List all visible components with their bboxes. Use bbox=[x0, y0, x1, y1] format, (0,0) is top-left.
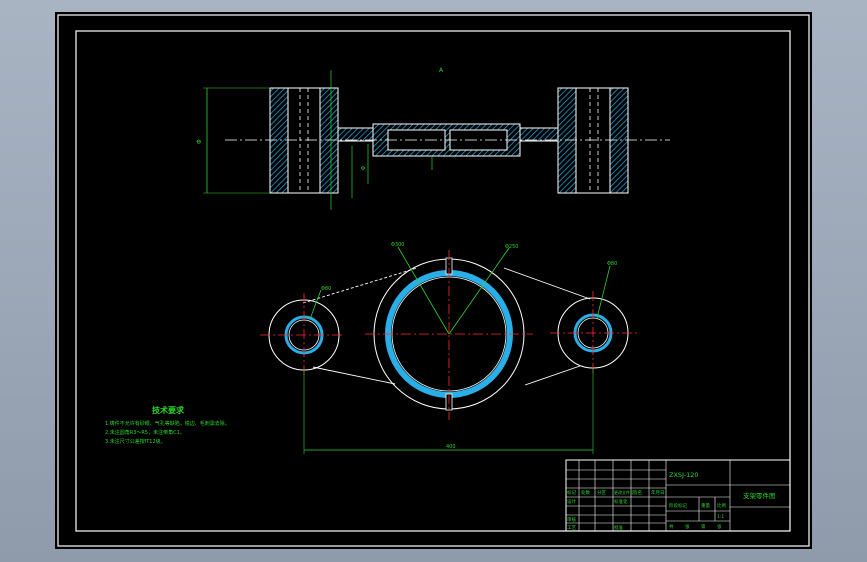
label-review: 审核 bbox=[567, 516, 576, 523]
row-label-count: 处数 bbox=[581, 489, 590, 496]
row-label-zone: 分区 bbox=[597, 489, 606, 496]
dim-center-distance: 400 bbox=[446, 444, 456, 450]
left-hub-wall-outer bbox=[269, 87, 289, 194]
dim-height-label: Φ bbox=[196, 139, 203, 144]
leader-center-inner: Φ250 bbox=[505, 244, 518, 250]
row-label-mark: 标记 bbox=[567, 489, 576, 496]
weight-label: 重量 bbox=[701, 502, 710, 509]
dim-shaft-label: Φ bbox=[361, 166, 367, 170]
left-hub-wall-inner bbox=[319, 87, 339, 194]
label-design: 设计 bbox=[567, 498, 576, 505]
cad-viewport[interactable]: Φ Φ A Φ300 Φ250 Φ80 Φ80 400 技术要求 1.铸件不允许… bbox=[55, 12, 812, 549]
part-name: 支架零件图 bbox=[743, 491, 776, 500]
note-line-1: 1.铸件不允许有砂眼、气孔等缺陷，锐边、毛刺需去除。 bbox=[105, 420, 230, 427]
inner-frame bbox=[75, 30, 791, 532]
right-hub-wall-inner bbox=[609, 87, 629, 194]
sheet-unit-label-2: 张 bbox=[717, 523, 722, 530]
left-hub-bore bbox=[287, 87, 321, 194]
outline-top-right bbox=[503, 267, 591, 300]
tech-notes: 技术要求 1.铸件不允许有砂眼、气孔等缺陷，锐边、毛刺需去除。 2.未注圆角R3… bbox=[105, 405, 230, 445]
right-arm bbox=[519, 127, 559, 142]
scale-value: 1:1 bbox=[717, 514, 724, 520]
right-hub-bore bbox=[575, 87, 611, 194]
view-label: A bbox=[439, 67, 444, 74]
note-line-2: 2.未注圆角R3～R5，未注倒角C1。 bbox=[105, 429, 185, 436]
label-approve: 批准 bbox=[614, 524, 623, 531]
center-bore-right bbox=[449, 129, 508, 151]
sheet-total-label: 共 bbox=[669, 523, 674, 530]
note-line-3: 3.未注尺寸公差按IT12级。 bbox=[105, 438, 166, 445]
leader-right-hole: Φ80 bbox=[607, 261, 617, 267]
plan-view: Φ300 Φ250 Φ80 Φ80 400 bbox=[260, 242, 637, 454]
notes-title: 技术要求 bbox=[152, 405, 185, 415]
sheet-unit-label: 张 bbox=[685, 523, 690, 530]
leader-center-outer: Φ300 bbox=[391, 242, 404, 248]
leader-left-hole: Φ80 bbox=[321, 286, 331, 292]
stage-label: 阶段标记 bbox=[669, 502, 687, 509]
part-number: ZXSJ-120 bbox=[669, 471, 698, 479]
drawing-canvas: Φ Φ A Φ300 Φ250 Φ80 Φ80 400 技术要求 1.铸件不允许… bbox=[57, 14, 810, 547]
row-label-change: 更改文件号 bbox=[614, 489, 634, 495]
left-arm bbox=[337, 127, 374, 142]
right-hub-wall-outer bbox=[557, 87, 577, 194]
scale-label: 比例 bbox=[717, 502, 726, 509]
outer-frame bbox=[57, 14, 810, 547]
sheet-index-label: 第 bbox=[701, 523, 706, 530]
label-std: 标准化 bbox=[614, 498, 628, 505]
section-view: Φ Φ A bbox=[196, 67, 670, 210]
label-process: 工艺 bbox=[567, 525, 576, 531]
title-block: 标记 处数 分区 更改文件号 签名 年月日 设计 标准化 审核 工艺 批准 ZX… bbox=[565, 459, 791, 532]
row-label-date: 年月日 bbox=[651, 489, 665, 496]
row-label-sign: 签名 bbox=[633, 489, 642, 496]
outline-bottom-right bbox=[524, 365, 581, 386]
